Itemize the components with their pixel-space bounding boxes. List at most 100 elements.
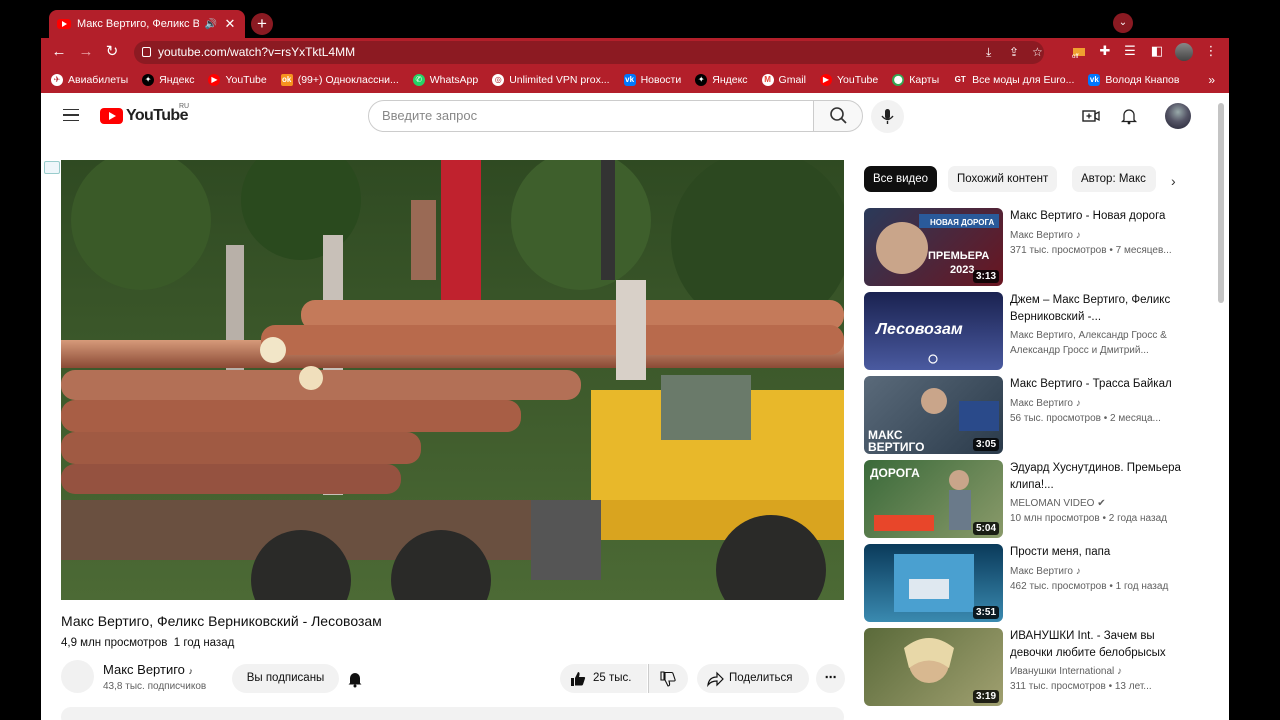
bookmark-label: YouTube	[836, 74, 879, 86]
share-button[interactable]: Поделиться	[697, 664, 809, 693]
yandex-icon: ✦	[695, 74, 708, 86]
menu-kebab-icon[interactable]: ⋮	[1202, 43, 1220, 59]
profile-avatar[interactable]	[1175, 43, 1193, 61]
search-button[interactable]	[813, 100, 863, 132]
hamburger-menu-icon[interactable]	[63, 109, 79, 121]
bookmark-item[interactable]: vk Новости	[623, 74, 681, 86]
browser-window: Макс Вертиго, Феликс Вер 🔊 ✕ + ⌄ ← → ↻ y…	[41, 8, 1229, 720]
chip-all-videos[interactable]: Все видео	[864, 166, 938, 192]
bookmark-star-icon[interactable]: ☆	[1032, 45, 1043, 59]
recommendation-item[interactable]: НОВАЯ ДОРОГА ПРЕМЬЕРА 2023 3:13 Макс Верти…	[864, 208, 1204, 286]
thumb-caption: ПРЕМЬЕРА	[928, 250, 989, 262]
forward-arrow-icon[interactable]: →	[76, 42, 96, 62]
like-button[interactable]: 25 тыс.	[560, 664, 647, 693]
rec-thumbnail[interactable]: Лесовозам	[864, 292, 1003, 370]
rec-channel[interactable]: Макс Вертиго, Александр Гросс & Александ…	[1010, 328, 1190, 358]
tab-active[interactable]: Макс Вертиго, Феликс Вер 🔊 ✕	[49, 10, 245, 38]
tab-close-icon[interactable]: ✕	[223, 16, 237, 32]
rec-channel[interactable]: Макс Вертиго ♪	[1010, 564, 1190, 579]
reload-icon[interactable]: ↻	[102, 42, 122, 62]
recommendation-item[interactable]: 3:19 ИВАНУШКИ Int. - Зачем вы девочки лю…	[864, 628, 1204, 706]
rec-channel[interactable]: Макс Вертиго ♪	[1010, 228, 1190, 243]
rec-thumbnail[interactable]: НОВАЯ ДОРОГА ПРЕМЬЕРА 2023 3:13	[864, 208, 1003, 286]
chip-related[interactable]: Похожий контент	[948, 166, 1058, 192]
youtube-logo[interactable]: YouTube	[100, 107, 188, 125]
subscriber-count: 43,8 тыс. подписчиков	[103, 681, 207, 692]
subscribed-button[interactable]: Вы подписаны	[232, 664, 339, 693]
rec-channel[interactable]: Макс Вертиго ♪	[1010, 396, 1190, 411]
bookmark-label: Володя Кнапов	[1105, 74, 1180, 86]
like-count: 25 тыс.	[593, 672, 632, 684]
rec-title[interactable]: Прости меня, папа	[1010, 544, 1188, 561]
rec-title[interactable]: ИВАНУШКИ Int. - Зачем вы девочки любите …	[1010, 628, 1188, 661]
bookmark-item[interactable]: ▶ YouTube	[819, 74, 879, 86]
channel-name[interactable]: Макс Вертиго ♪	[103, 662, 193, 677]
rec-channel[interactable]: MELOMAN VIDEO ✔	[1010, 496, 1190, 511]
rec-meta: 10 млн просмотров • 2 года назад	[1010, 513, 1167, 524]
bookmark-item[interactable]: ◎ Unlimited VPN prox...	[492, 74, 610, 86]
tab-search-button[interactable]: ⌄	[1113, 13, 1133, 33]
bookmark-item[interactable]: GT Все моды для Euro...	[953, 74, 1075, 86]
tab-strip: Макс Вертиго, Феликс Вер 🔊 ✕ + ⌄	[41, 8, 1229, 38]
bookmark-item[interactable]: ✈ Авиабилеты	[51, 74, 128, 86]
rec-thumbnail[interactable]: МАКС ВЕРТИГО 3:05	[864, 376, 1003, 454]
notification-bell-button[interactable]	[344, 668, 366, 690]
bookmark-item[interactable]: ⬤ Карты	[892, 74, 939, 86]
recommendation-item[interactable]: МАКС ВЕРТИГО 3:05 Макс Вертиго - Трасса Б…	[864, 376, 1204, 454]
account-avatar[interactable]	[1165, 103, 1191, 129]
bookmarks-overflow-icon[interactable]: »	[1208, 73, 1215, 87]
search-input[interactable]: Введите запрос	[368, 100, 814, 132]
rec-thumbnail[interactable]: 3:19	[864, 628, 1003, 706]
bookmark-item[interactable]: ✦ Яндекс	[142, 74, 194, 86]
rec-thumbnail[interactable]: ДОРОГА 5:04	[864, 460, 1003, 538]
share-arrow-icon	[707, 671, 724, 687]
new-tab-button[interactable]: +	[251, 13, 273, 35]
rec-channel[interactable]: Иванушки International ♪	[1010, 664, 1190, 679]
rec-title[interactable]: Джем – Макс Вертиго, Феликс Верниковский…	[1010, 292, 1188, 325]
chevron-right-icon[interactable]: ›	[1171, 173, 1176, 189]
share-icon[interactable]: ⇪	[1009, 45, 1019, 59]
install-icon[interactable]: ⤓	[986, 45, 991, 60]
youtube-icon: ▶	[819, 74, 832, 86]
thumbs-down-icon	[660, 671, 676, 687]
recommendation-item[interactable]: Лесовозам Джем – Макс Вертиго, Феликс Ве…	[864, 292, 1204, 370]
rec-thumbnail[interactable]: 3:51	[864, 544, 1003, 622]
region-code: RU	[179, 103, 190, 110]
video-player[interactable]	[61, 160, 844, 600]
view-count: 4,9 млн просмотров	[61, 637, 168, 649]
speaker-icon[interactable]: 🔊	[205, 19, 217, 30]
channel-avatar[interactable]	[61, 660, 94, 693]
more-actions-button[interactable]: ⋯	[816, 664, 845, 693]
rec-title[interactable]: Макс Вертиго - Новая дорога	[1010, 208, 1188, 225]
rec-title[interactable]: Эдуард Хуснутдинов. Премьера клипа!...	[1010, 460, 1188, 493]
bookmark-item[interactable]: ▶ YouTube	[208, 74, 267, 86]
miniplayer-icon[interactable]	[44, 161, 60, 174]
chip-author[interactable]: Автор: Макс	[1072, 166, 1156, 192]
bookmark-item[interactable]: vk Володя Кнапов	[1088, 74, 1179, 86]
bookmark-item[interactable]: M Gmail	[761, 74, 806, 86]
side-panel-icon[interactable]: ◧	[1148, 43, 1166, 59]
address-bar[interactable]: youtube.com/watch?v=rsYxTktL4MM ⤓ ⇪ ☆	[134, 41, 1044, 64]
create-video-button[interactable]	[1081, 106, 1101, 126]
voice-search-button[interactable]	[871, 100, 904, 133]
back-arrow-icon[interactable]: ←	[49, 42, 69, 62]
description-box[interactable]	[61, 707, 844, 720]
bookmark-label: Яндекс	[712, 74, 748, 86]
dislike-button[interactable]	[648, 664, 688, 693]
bookmark-item[interactable]: ✆ WhatsApp	[412, 74, 478, 86]
recommendation-item[interactable]: 3:51 Прости меня, папа Макс Вертиго ♪ 46…	[864, 544, 1204, 622]
rec-title[interactable]: Макс Вертиго - Трасса Байкал	[1010, 376, 1188, 393]
page-scrollbar[interactable]	[1218, 103, 1224, 303]
extension-badge-icon[interactable]: off	[1070, 43, 1088, 62]
duration-badge: 3:51	[972, 606, 999, 619]
microphone-icon	[881, 109, 894, 124]
vk-icon: vk	[1088, 74, 1101, 86]
duration-badge: 5:04	[972, 522, 999, 535]
yt-header: YouTube RU Введите запрос	[41, 93, 1229, 139]
reading-list-icon[interactable]: ☰	[1121, 43, 1139, 59]
notifications-button[interactable]	[1119, 106, 1139, 126]
bookmark-item[interactable]: ✦ Яндекс	[695, 74, 748, 86]
bookmark-item[interactable]: ok (99+) Одноклассни...	[280, 74, 399, 86]
recommendation-item[interactable]: ДОРОГА 5:04 Эдуард Хуснутдинов. Премьера…	[864, 460, 1204, 538]
extensions-puzzle-icon[interactable]: ✚	[1096, 43, 1114, 59]
